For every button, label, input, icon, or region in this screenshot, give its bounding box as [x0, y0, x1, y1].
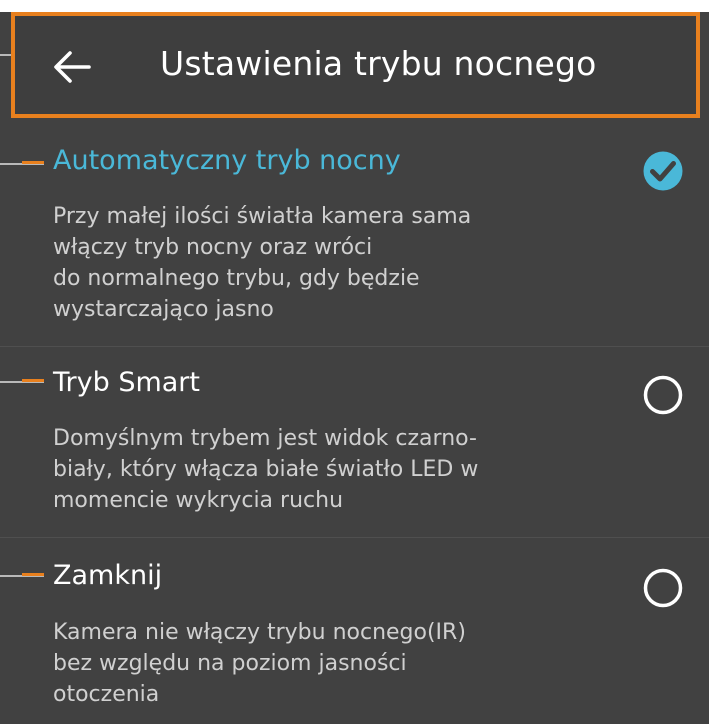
option-off[interactable]: Zamknij Kamera nie włączy trybu nocnego(…: [0, 538, 709, 724]
option-title: Zamknij: [53, 560, 163, 591]
option-description: Przy małej ilości światła kamera sama wł…: [53, 204, 472, 322]
night-mode-settings-screen: Ustawienia trybu nocnego Automatyczny tr…: [0, 0, 709, 724]
option-title: Automatyczny tryb nocny: [53, 145, 401, 176]
radio-unchecked-icon[interactable]: [643, 375, 683, 415]
option-title: Tryb Smart: [53, 367, 200, 398]
option-description: Kamera nie włączy trybu nocnego(IR) bez …: [53, 620, 466, 707]
top-strip: [0, 0, 709, 12]
option-smart-mode[interactable]: Tryb Smart Domyślnym trybem jest widok c…: [0, 347, 709, 537]
radio-unchecked-icon[interactable]: [643, 568, 683, 608]
checkmark-circle-icon[interactable]: [643, 151, 683, 191]
option-description: Domyślnym trybem jest widok czarno- biał…: [53, 426, 479, 513]
app-header: Ustawienia trybu nocnego: [11, 12, 700, 118]
page-title: Ustawienia trybu nocnego: [160, 44, 597, 83]
callout-line-header: [0, 54, 11, 56]
arrow-left-icon[interactable]: [53, 50, 91, 84]
option-auto-night-mode[interactable]: Automatyczny tryb nocny Przy małej ilośc…: [0, 130, 709, 346]
